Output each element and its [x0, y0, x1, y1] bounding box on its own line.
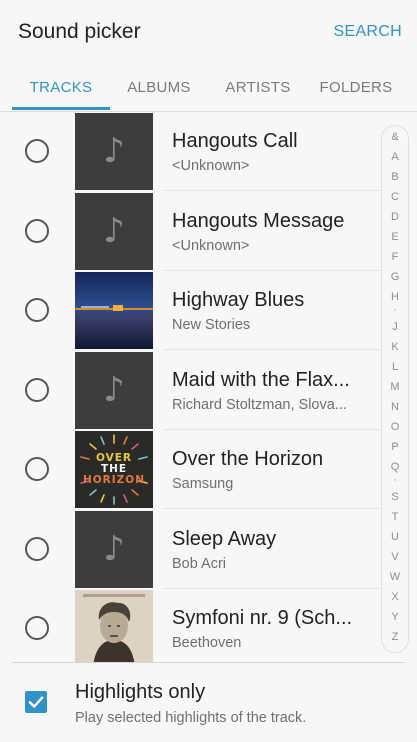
radio-button[interactable]	[25, 536, 49, 561]
radio-button[interactable]	[25, 616, 49, 640]
track-artist: New Stories	[172, 317, 251, 333]
index-letter[interactable]: Y	[382, 611, 408, 623]
app-header: Sound picker SEARCH	[0, 0, 417, 64]
index-letter[interactable]: S	[382, 491, 408, 503]
index-letter[interactable]: O	[382, 421, 408, 433]
tab-tracks[interactable]: TRACKS	[12, 64, 110, 112]
index-letter[interactable]: W	[382, 571, 408, 583]
check-icon	[28, 696, 44, 709]
index-letter[interactable]: A	[382, 151, 408, 163]
highlights-description: Play selected highlights of the track.	[75, 710, 307, 726]
track-thumbnail: ♪	[75, 192, 153, 270]
index-letter[interactable]: T	[382, 511, 408, 523]
track-title: Over the Horizon	[172, 448, 324, 470]
index-letter[interactable]: K	[382, 341, 408, 353]
index-letter[interactable]: L	[382, 361, 408, 373]
active-tab-indicator	[12, 107, 110, 110]
track-row[interactable]: ♪ Maid with the Flax... Richard Stoltzma…	[0, 351, 380, 431]
track-title: Symfoni nr. 9 (Sch...	[172, 607, 353, 629]
radio-button[interactable]	[25, 139, 49, 163]
track-artist: Samsung	[172, 476, 234, 492]
album-art-highway-blues	[75, 272, 153, 349]
highlights-checkbox[interactable]	[25, 691, 47, 713]
track-thumbnail: ♪	[75, 510, 153, 588]
highlights-label[interactable]: Highlights only	[75, 681, 205, 704]
album-art-over-the-horizon: OVER THE HORIZON	[75, 431, 153, 508]
track-thumbnail: ♪	[75, 113, 153, 190]
index-letter[interactable]: C	[382, 191, 408, 203]
page-title: Sound picker	[18, 20, 141, 43]
track-title: Hangouts Call	[172, 130, 298, 152]
tab-folders[interactable]: FOLDERS	[308, 64, 404, 112]
track-thumbnail: ♪	[75, 351, 153, 429]
index-letter[interactable]: F	[382, 251, 408, 263]
track-row[interactable]: Highway Blues New Stories	[0, 271, 380, 351]
index-letter[interactable]: N	[382, 401, 408, 413]
radio-button[interactable]	[25, 218, 49, 243]
radio-button[interactable]	[25, 298, 49, 322]
track-title: Maid with the Flax...	[172, 368, 350, 391]
radio-button[interactable]	[25, 377, 49, 402]
index-letter[interactable]: ·	[382, 304, 408, 316]
index-letter[interactable]: ·	[382, 474, 408, 486]
index-letter[interactable]: M	[382, 381, 408, 393]
index-letter[interactable]: E	[382, 231, 408, 243]
track-row[interactable]: ♪ Sleep Away Bob Acri	[0, 510, 380, 590]
alphabet-index-scroller[interactable]: & A B C D E F G H · J K L M N O P Q · S …	[381, 125, 409, 653]
track-artist: Richard Stoltzman, Slova...	[172, 396, 347, 413]
index-letter[interactable]: Z	[382, 631, 408, 643]
tab-bar: TRACKS ALBUMS ARTISTS FOLDERS	[0, 64, 417, 112]
index-letter[interactable]: G	[382, 271, 408, 283]
radio-button[interactable]	[25, 457, 49, 481]
music-note-icon: ♪	[103, 528, 125, 569]
track-artist: <Unknown>	[172, 237, 250, 254]
search-button[interactable]: SEARCH	[334, 23, 402, 41]
album-art-text: HORIZON	[82, 474, 146, 486]
index-letter[interactable]: Q	[382, 461, 408, 473]
music-note-icon: ♪	[103, 131, 125, 171]
index-letter[interactable]: U	[382, 531, 408, 543]
track-artist: <Unknown>	[172, 158, 250, 174]
index-letter[interactable]: P	[382, 441, 408, 453]
index-letter[interactable]: V	[382, 551, 408, 563]
track-row[interactable]: Symfoni nr. 9 (Sch... Beethoven	[0, 589, 380, 662]
index-letter[interactable]: B	[382, 171, 408, 183]
track-title: Sleep Away	[172, 527, 277, 550]
bottom-divider	[12, 662, 405, 663]
tab-albums[interactable]: ALBUMS	[112, 64, 206, 112]
track-row[interactable]: ♪ Hangouts Call <Unknown>	[0, 112, 380, 192]
index-letter[interactable]: &	[382, 131, 408, 143]
index-letter[interactable]: J	[382, 321, 408, 333]
index-letter[interactable]: D	[382, 211, 408, 223]
index-letter[interactable]: H	[382, 291, 408, 303]
music-note-icon: ♪	[103, 369, 125, 410]
track-title: Highway Blues	[172, 289, 305, 311]
track-row[interactable]: ♪ Hangouts Message <Unknown>	[0, 192, 380, 272]
track-row[interactable]: OVER THE HORIZON Over the Horizon Samsun…	[0, 430, 380, 510]
tab-artists[interactable]: ARTISTS	[210, 64, 306, 112]
track-title: Hangouts Message	[172, 209, 345, 232]
track-artist: Beethoven	[172, 635, 242, 651]
album-art-beethoven	[75, 590, 153, 662]
track-list[interactable]: ♪ Hangouts Call <Unknown> ♪ Hangouts Mes…	[0, 112, 417, 662]
index-letter[interactable]: X	[382, 591, 408, 603]
track-artist: Bob Acri	[172, 555, 226, 572]
music-note-icon: ♪	[103, 210, 125, 251]
